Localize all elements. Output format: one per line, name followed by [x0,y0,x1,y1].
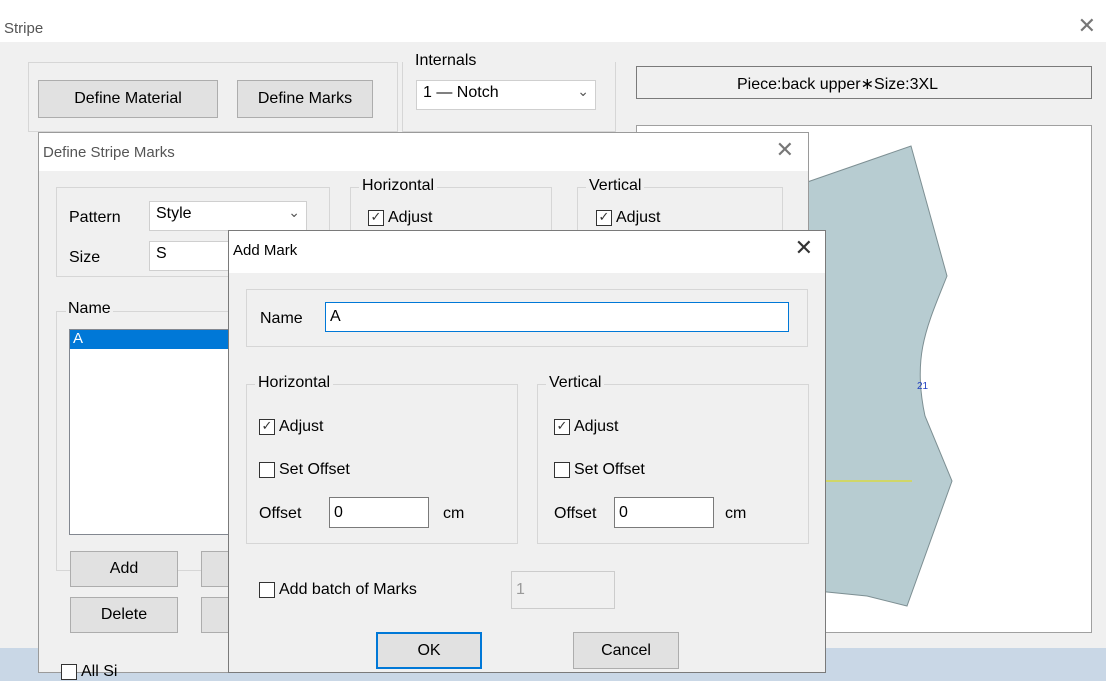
add-batch-checkbox[interactable]: Add batch of Marks [259,581,417,599]
mark-label: 21 [917,381,929,392]
add-mark-title: Add Mark [233,242,298,259]
ds-horizontal-legend: Horizontal [359,177,438,195]
vertical-offset-field[interactable] [614,497,714,528]
chevron-down-icon: ⌄ [288,204,300,220]
list-item[interactable]: A [70,330,238,349]
pattern-value: Style [156,205,192,222]
define-material-button[interactable]: Define Material [38,80,218,118]
am-horizontal-unit: cm [443,505,465,522]
ds-horizontal-adjust[interactable]: ✓ Adjust [368,209,432,227]
checkbox-box [259,462,275,478]
am-vertical-set-offset-label: Set Offset [574,461,645,478]
am-horizontal-set-offset[interactable]: Set Offset [259,461,350,479]
add-mark-dialog: Add Mark ✕ Name Horizontal ✓ Adjust Set … [228,230,826,673]
internals-select[interactable]: 1 — Notch ⌄ [416,80,596,110]
am-vertical-adjust[interactable]: ✓ Adjust [554,418,618,436]
check-icon: ✓ [368,210,384,226]
check-icon: ✓ [259,419,275,435]
size-label: Size [69,249,101,266]
close-icon[interactable]: ✕ [776,138,794,163]
horizontal-offset-field[interactable] [329,497,429,528]
am-vertical-unit: cm [725,505,747,522]
add-batch-label: Add batch of Marks [279,581,417,598]
ok-button[interactable]: OK [376,632,482,669]
am-horizontal-set-offset-label: Set Offset [279,461,350,478]
checkbox-box [61,664,77,680]
define-stripe-titlebar: Define Stripe Marks ✕ [39,133,808,171]
name-listbox[interactable]: A [69,329,239,535]
am-horizontal-adjust-label: Adjust [279,418,324,435]
stripe-titlebar: Stripe ✕ [0,0,1106,42]
close-icon[interactable]: ✕ [795,236,813,261]
am-vertical-legend: Vertical [546,374,605,392]
am-name-label: Name [260,310,303,327]
pattern-label: Pattern [69,209,121,226]
chevron-down-icon: ⌄ [577,83,589,99]
am-horizontal-legend: Horizontal [255,374,334,392]
piece-info-box: Piece:back upper∗Size:3XL [636,66,1092,99]
define-marks-button[interactable]: Define Marks [237,80,373,118]
pattern-select[interactable]: Style ⌄ [149,201,307,231]
internals-label: Internals [413,52,479,70]
internals-value: 1 — Notch [423,84,499,101]
add-button[interactable]: Add [70,551,178,587]
define-stripe-title: Define Stripe Marks [43,144,175,161]
am-vertical-offset-label: Offset [554,505,597,522]
all-sizes-label: All Si [81,663,118,680]
batch-count-field[interactable] [511,571,615,609]
all-sizes-checkbox[interactable]: All Si [61,663,117,681]
check-icon: ✓ [596,210,612,226]
am-vertical-set-offset[interactable]: Set Offset [554,461,645,479]
size-value: S [156,245,167,262]
piece-info-text: Piece:back upper∗Size:3XL [737,76,939,93]
ds-vertical-adjust-label: Adjust [616,209,661,226]
name-list-label: Name [66,300,113,318]
delete-button[interactable]: Delete [70,597,178,633]
checkbox-box [554,462,570,478]
stripe-title: Stripe [4,20,44,37]
am-vertical-adjust-label: Adjust [574,418,619,435]
ds-vertical-legend: Vertical [586,177,645,195]
close-icon[interactable]: ✕ [1078,14,1096,39]
name-field[interactable] [325,302,789,332]
ds-vertical-adjust[interactable]: ✓ Adjust [596,209,660,227]
check-icon: ✓ [554,419,570,435]
ds-horizontal-adjust-label: Adjust [388,209,433,226]
add-mark-titlebar: Add Mark ✕ [229,231,825,273]
am-horizontal-adjust[interactable]: ✓ Adjust [259,418,323,436]
am-horizontal-offset-label: Offset [259,505,302,522]
cancel-button[interactable]: Cancel [573,632,679,669]
checkbox-box [259,582,275,598]
